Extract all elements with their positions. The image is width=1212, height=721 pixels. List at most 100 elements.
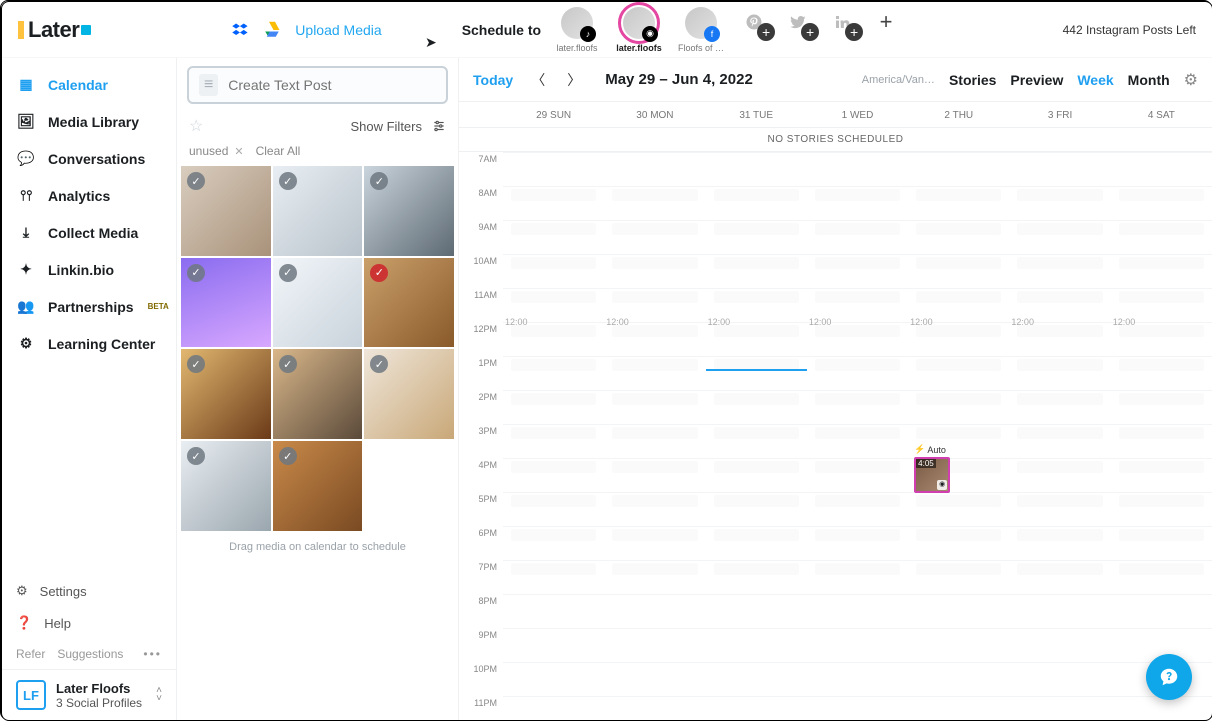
calendar-cell[interactable] [908,254,1009,288]
upload-media-link[interactable]: Upload Media [295,22,381,38]
calendar-cell[interactable]: 12:00 [604,322,705,356]
calendar-cell[interactable] [1009,560,1110,594]
create-text-post[interactable]: ≡ [187,66,448,104]
calendar-cell[interactable] [503,390,604,424]
calendar-cell[interactable] [604,390,705,424]
media-thumb[interactable]: ✓ [273,349,363,439]
sidebar-item-partnerships[interactable]: 👥PartnershipsBETA [2,288,176,325]
calendar-cell[interactable] [706,696,807,720]
calendar-cell[interactable] [503,220,604,254]
media-thumb[interactable]: ✓ [181,258,271,348]
calendar-cell[interactable] [604,152,705,186]
calendar-cell[interactable] [807,526,908,560]
sidebar-help[interactable]: ❓Help [2,607,176,639]
calendar-cell[interactable] [706,628,807,662]
calendar-cell[interactable] [503,594,604,628]
calendar-cell[interactable]: 12:00 [807,322,908,356]
calendar-cell[interactable] [1111,254,1212,288]
calendar-cell[interactable] [706,390,807,424]
calendar-cell[interactable] [503,526,604,560]
calendar-cell[interactable] [807,560,908,594]
calendar-cell[interactable] [807,594,908,628]
calendar-cell[interactable] [908,220,1009,254]
calendar-cell[interactable] [1009,356,1110,390]
media-thumb[interactable]: ✓ [181,349,271,439]
calendar-cell[interactable] [1009,458,1110,492]
calendar-cell[interactable] [604,220,705,254]
time-grid[interactable]: 7AM8AM9AM10AM11AM12PM12:0012:0012:0012:0… [459,152,1212,720]
profile-instagram[interactable]: ◉ later.floofs [615,7,663,53]
workspace-switcher[interactable]: LF Later Floofs 3 Social Profiles ˄˅ [2,669,176,720]
calendar-cell[interactable] [706,458,807,492]
calendar-cell[interactable] [503,186,604,220]
calendar-cell[interactable] [706,220,807,254]
calendar-cell[interactable] [807,254,908,288]
calendar-cell[interactable] [1009,492,1110,526]
calendar-cell[interactable] [604,492,705,526]
calendar-cell[interactable] [807,492,908,526]
sidebar-item-calendar[interactable]: ▦Calendar [2,66,176,103]
tab-month[interactable]: Month [1128,72,1170,88]
calendar-cell[interactable] [908,390,1009,424]
calendar-cell[interactable] [1111,492,1212,526]
calendar-cell[interactable] [1111,186,1212,220]
calendar-cell[interactable] [908,628,1009,662]
media-thumb[interactable]: ✓ [273,166,363,256]
media-thumb[interactable]: ✓ [181,441,271,531]
calendar-cell[interactable] [604,424,705,458]
calendar-cell[interactable] [908,186,1009,220]
calendar-cell[interactable] [1009,696,1110,720]
calendar-cell[interactable] [807,424,908,458]
calendar-cell[interactable] [908,560,1009,594]
filter-chip-unused[interactable]: unused✕ [189,144,244,158]
calendar-cell[interactable] [807,390,908,424]
sidebar-item-collect-media[interactable]: ⤓Collect Media [2,214,176,251]
calendar-cell[interactable] [1009,390,1110,424]
calendar-cell[interactable] [1009,526,1110,560]
tab-week[interactable]: Week [1077,72,1113,88]
calendar-cell[interactable] [1111,560,1212,594]
calendar-cell[interactable] [706,526,807,560]
media-thumb[interactable]: ✓ [364,349,454,439]
calendar-cell[interactable] [706,492,807,526]
calendar-cell[interactable] [706,152,807,186]
calendar-cell[interactable] [503,152,604,186]
calendar-cell[interactable] [604,628,705,662]
calendar-cell[interactable] [1009,594,1110,628]
media-thumb[interactable]: ✓ [181,166,271,256]
calendar-cell[interactable] [807,628,908,662]
media-thumb[interactable]: ✓ [364,258,454,348]
calendar-cell[interactable] [1111,152,1212,186]
calendar-cell[interactable] [908,356,1009,390]
calendar-cell[interactable] [503,458,604,492]
sidebar-item-analytics[interactable]: ⫯⫯Analytics [2,177,176,214]
profile-tiktok[interactable]: ♪ later.floofs [553,7,601,53]
calendar-cell[interactable] [1009,424,1110,458]
calendar-cell[interactable] [503,424,604,458]
calendar-cell[interactable] [706,424,807,458]
media-thumb[interactable]: ✓ [273,441,363,531]
calendar-cell[interactable] [503,356,604,390]
calendar-cell[interactable] [908,662,1009,696]
calendar-cell[interactable] [706,254,807,288]
calendar-cell[interactable]: 12:00 [706,322,807,356]
calendar-cell[interactable] [807,356,908,390]
calendar-settings-icon[interactable]: ⚙ [1184,70,1198,90]
add-pinterest[interactable]: + [739,7,769,37]
text-post-input[interactable] [228,77,436,93]
sidebar-settings[interactable]: ⚙Settings [2,575,176,607]
calendar-cell[interactable] [604,526,705,560]
calendar-cell[interactable] [908,492,1009,526]
calendar-cell[interactable] [908,594,1009,628]
calendar-cell[interactable] [807,458,908,492]
calendar-cell[interactable] [1111,356,1212,390]
calendar-cell[interactable] [1111,220,1212,254]
calendar-cell[interactable] [503,254,604,288]
sidebar-item-media-library[interactable]: 🖼Media Library [2,103,176,140]
dropbox-icon[interactable] [231,21,249,39]
calendar-cell[interactable] [1009,254,1110,288]
calendar-cell[interactable] [1111,458,1212,492]
calendar-cell[interactable] [706,560,807,594]
calendar-cell[interactable] [1009,186,1110,220]
calendar-cell[interactable] [908,526,1009,560]
